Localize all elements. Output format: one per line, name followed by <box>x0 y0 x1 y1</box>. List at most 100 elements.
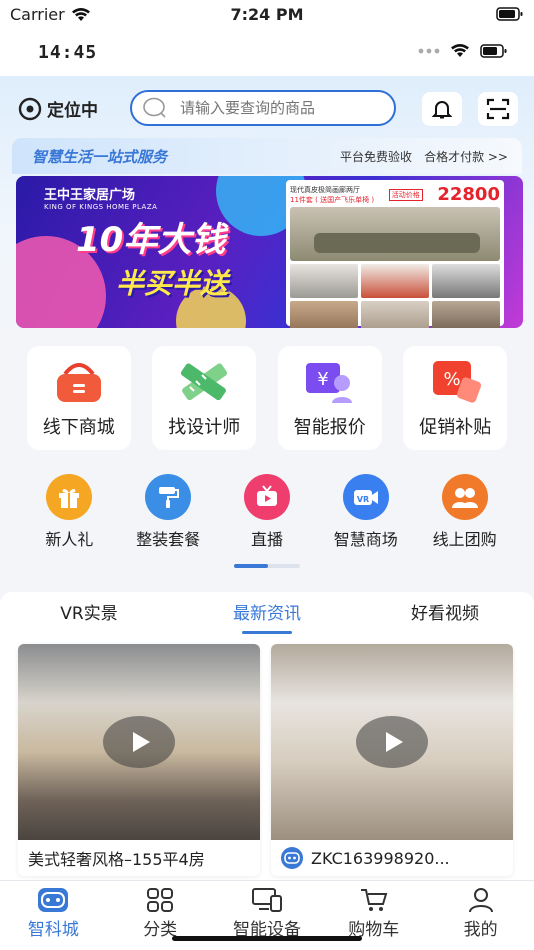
author-avatar <box>281 847 303 869</box>
shortcut-page-indicator <box>234 564 300 568</box>
service-slogan-bar: 智慧生活一站式服务 平台免费验收 合格才付款 >> <box>12 138 522 174</box>
banner-subline: 半买半送 <box>116 267 229 300</box>
banner-headline: 10年大钱 <box>76 220 226 260</box>
video-author: ZKC163998920... <box>311 848 450 868</box>
home-logo-icon <box>38 888 69 912</box>
battery-icon <box>496 7 523 21</box>
scan-button[interactable] <box>478 92 518 126</box>
shortcut-row: 新人礼 整装套餐 直播 VR 智慧商场 线上团购 <box>0 474 534 558</box>
page-indicator-active <box>234 564 268 568</box>
system-status-bar: Carrier 7:24 PM <box>0 0 534 30</box>
scan-icon <box>486 98 510 120</box>
tab-good-videos[interactable]: 好看视频 <box>356 592 534 636</box>
shortcut-label: 直播 <box>250 530 283 549</box>
home-indicator <box>172 936 362 941</box>
banner-brand-name: 王中王家居广场 <box>44 188 136 203</box>
user-icon <box>468 888 493 913</box>
search-input[interactable] <box>180 99 370 117</box>
ruler-pencil-icon <box>176 357 232 405</box>
tab-latest-news[interactable]: 最新资讯 <box>178 592 356 636</box>
nav-label: 我的 <box>463 920 498 940</box>
feature-offline-mall[interactable]: 线下商城 <box>26 346 131 450</box>
panel-price: 22800 <box>437 184 500 205</box>
nav-label: 智科城 <box>27 920 79 940</box>
banner-product-panel: 现代真皮极简画廊两厅 11件套 ( 送国产飞乐单椅 ) 活动价格 22800 <box>286 180 504 328</box>
vr-camera-icon: VR <box>342 474 389 520</box>
furniture-thumb <box>432 301 500 328</box>
play-icon[interactable] <box>356 716 428 768</box>
search-icon <box>143 97 166 118</box>
svg-text:%: % <box>444 369 461 390</box>
furniture-thumb <box>432 264 500 298</box>
banner-brand-en: KING OF KINGS HOME PLAZA <box>44 203 158 211</box>
tv-icon <box>243 474 290 520</box>
shortcut-group-buy[interactable]: 线上团购 <box>419 474 511 558</box>
discount-icon: % <box>427 357 483 405</box>
shortcut-label: 线上团购 <box>432 530 497 549</box>
shortcut-live[interactable]: 直播 <box>221 474 313 558</box>
feature-label: 找设计师 <box>168 417 241 438</box>
panel-header: 现代真皮极简画廊两厅 11件套 ( 送国产飞乐单椅 ) 活动价格 22800 <box>290 184 500 205</box>
shortcut-new-user-gift[interactable]: 新人礼 <box>23 474 115 558</box>
play-icon[interactable] <box>103 716 175 768</box>
content-feed: 美式轻奢风格–155平4房 ZKC163998920... <box>0 636 534 880</box>
shortcut-label: 整装套餐 <box>136 530 201 549</box>
shortcut-smart-mall[interactable]: VR 智慧商场 <box>320 474 412 558</box>
sofa-image <box>290 207 500 261</box>
video-thumbnail <box>271 644 513 840</box>
grid-icon <box>147 888 174 912</box>
app-status-bar: 14:45 <box>0 30 534 76</box>
video-card[interactable]: 美式轻奢风格–155平4房 <box>18 644 260 876</box>
panel-title: 现代真皮极简画廊两厅 <box>290 185 360 194</box>
banner-brand: 王中王家居广场 KING OF KINGS HOME PLAZA <box>44 184 157 211</box>
furniture-thumb <box>361 264 429 298</box>
video-thumbnail <box>18 644 260 840</box>
service-promises[interactable]: 平台免费验收 合格才付款 >> <box>340 148 508 165</box>
shortcut-label: 新人礼 <box>45 530 94 549</box>
search-bar[interactable] <box>130 90 396 126</box>
notification-button[interactable] <box>422 92 462 126</box>
feature-promo-subsidy[interactable]: % 促销补贴 <box>403 346 508 450</box>
nav-home[interactable]: 智科城 <box>0 881 107 950</box>
devices-icon <box>251 888 282 912</box>
shortcut-full-package[interactable]: 整装套餐 <box>122 474 214 558</box>
location-label: 定位中 <box>47 101 98 121</box>
svg-text:VR: VR <box>357 495 369 504</box>
furniture-thumb <box>290 301 358 328</box>
location-pin-icon <box>18 97 42 120</box>
promise-pay-after-pass: 合格才付款 >> <box>424 150 508 164</box>
feature-grid: 线下商城 找设计师 ¥ 智能报价 % 促销补贴 <box>0 346 534 456</box>
video-caption: 美式轻奢风格–155平4房 <box>18 840 260 876</box>
feature-label: 智能报价 <box>293 417 366 438</box>
video-title: 美式轻奢风格–155平4房 <box>28 850 205 869</box>
nav-profile[interactable]: 我的 <box>427 881 534 950</box>
promise-free-inspection: 平台免费验收 <box>340 150 413 164</box>
location-button[interactable]: 定位中 <box>18 96 98 121</box>
furniture-thumbnails <box>290 264 500 298</box>
promo-banner[interactable]: 王中王家居广场 KING OF KINGS HOME PLAZA 10年大钱 半… <box>16 176 523 328</box>
feature-label: 线下商城 <box>42 417 115 438</box>
signal-dots-icon <box>418 48 440 54</box>
feature-find-designer[interactable]: 找设计师 <box>152 346 257 450</box>
app-clock: 14:45 <box>38 42 98 63</box>
furniture-thumbnails <box>290 301 500 328</box>
video-card[interactable]: ZKC163998920... <box>271 644 513 876</box>
furniture-thumb <box>290 264 358 298</box>
content-tabs: VR实景 最新资讯 好看视频 <box>0 592 534 636</box>
app-status-icons <box>418 44 508 58</box>
group-icon <box>441 474 488 520</box>
panel-tag: 活动价格 <box>388 188 423 201</box>
tab-vr-scene[interactable]: VR实景 <box>0 592 178 636</box>
feature-smart-quote[interactable]: ¥ 智能报价 <box>277 346 382 450</box>
cart-icon <box>360 889 388 911</box>
paint-roller-icon <box>145 474 192 520</box>
slogan-text: 智慧生活一站式服务 <box>32 148 168 166</box>
feature-label: 促销补贴 <box>419 417 492 438</box>
bell-icon <box>431 101 453 119</box>
wifi-icon <box>451 44 469 57</box>
panel-subtitle: 11件套 ( 送国产飞乐单椅 ) <box>290 195 375 204</box>
gift-icon <box>46 474 93 520</box>
shopping-basket-icon <box>51 357 107 405</box>
furniture-thumb <box>361 301 429 328</box>
video-caption: ZKC163998920... <box>271 840 513 876</box>
